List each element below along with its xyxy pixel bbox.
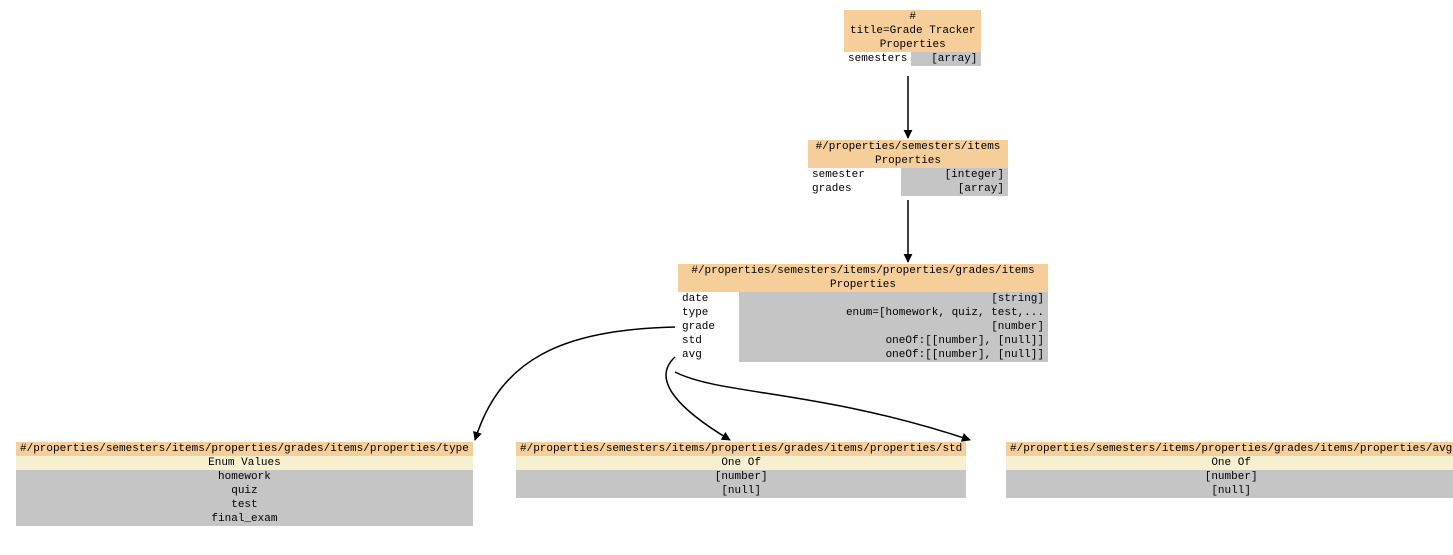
node-avg-oneof: #/properties/semesters/items/properties/… bbox=[1006, 442, 1453, 498]
node-section: Properties bbox=[808, 154, 1008, 168]
node-path: #/properties/semesters/items bbox=[808, 140, 1008, 154]
node-root-path: # bbox=[844, 10, 981, 24]
node-type-enum: #/properties/semesters/items/properties/… bbox=[16, 442, 473, 526]
oneof-value: [null] bbox=[516, 484, 966, 498]
oneof-value-row: [null] bbox=[1006, 484, 1453, 498]
prop-key: date bbox=[678, 292, 739, 306]
node-section: Enum Values bbox=[16, 456, 473, 470]
node-section: Properties bbox=[678, 278, 1048, 292]
enum-value: quiz bbox=[16, 484, 473, 498]
oneof-value-row: [number] bbox=[1006, 470, 1453, 484]
node-root-title: title=Grade Tracker bbox=[844, 24, 981, 38]
property-row: date[string] bbox=[678, 292, 1048, 306]
prop-type: [number] bbox=[739, 320, 1048, 334]
prop-key: std bbox=[678, 334, 739, 348]
enum-value: final_exam bbox=[16, 512, 473, 526]
prop-key: semesters bbox=[844, 52, 911, 66]
prop-key: grade bbox=[678, 320, 739, 334]
node-path: #/properties/semesters/items/properties/… bbox=[1006, 442, 1453, 456]
oneof-value: [number] bbox=[516, 470, 966, 484]
node-grades-items: #/properties/semesters/items/properties/… bbox=[678, 264, 1048, 362]
node-semesters-items: #/properties/semesters/items Properties … bbox=[808, 140, 1008, 196]
node-section: One Of bbox=[516, 456, 966, 470]
node-root: # title=Grade Tracker Properties semeste… bbox=[844, 10, 981, 66]
enum-value-row: homework bbox=[16, 470, 473, 484]
prop-type: oneOf:[[number], [null]] bbox=[739, 334, 1048, 348]
property-row: grade[number] bbox=[678, 320, 1048, 334]
enum-value-row: quiz bbox=[16, 484, 473, 498]
enum-value-row: final_exam bbox=[16, 512, 473, 526]
oneof-value: [number] bbox=[1006, 470, 1453, 484]
property-row: stdoneOf:[[number], [null]] bbox=[678, 334, 1048, 348]
node-path: #/properties/semesters/items/properties/… bbox=[678, 264, 1048, 278]
node-path: #/properties/semesters/items/properties/… bbox=[16, 442, 473, 456]
enum-value: homework bbox=[16, 470, 473, 484]
property-row: semester[integer] bbox=[808, 168, 1008, 182]
prop-type: [string] bbox=[739, 292, 1048, 306]
prop-key: semester bbox=[808, 168, 901, 182]
enum-value-row: test bbox=[16, 498, 473, 512]
node-path: #/properties/semesters/items/properties/… bbox=[516, 442, 966, 456]
prop-type: [integer] bbox=[901, 168, 1008, 182]
prop-key: avg bbox=[678, 348, 739, 362]
prop-type: enum=[homework, quiz, test,... bbox=[739, 306, 1048, 320]
oneof-value: [null] bbox=[1006, 484, 1453, 498]
prop-key: grades bbox=[808, 182, 901, 196]
node-section: One Of bbox=[1006, 456, 1453, 470]
enum-value: test bbox=[16, 498, 473, 512]
node-std-oneof: #/properties/semesters/items/properties/… bbox=[516, 442, 966, 498]
property-row: avgoneOf:[[number], [null]] bbox=[678, 348, 1048, 362]
prop-type: [array] bbox=[901, 182, 1008, 196]
node-root-section: Properties bbox=[844, 38, 981, 52]
prop-type: [array] bbox=[911, 52, 981, 66]
prop-type: oneOf:[[number], [null]] bbox=[739, 348, 1048, 362]
prop-key: type bbox=[678, 306, 739, 320]
property-row: semesters[array] bbox=[844, 52, 981, 66]
oneof-value-row: [null] bbox=[516, 484, 966, 498]
oneof-value-row: [number] bbox=[516, 470, 966, 484]
property-row: typeenum=[homework, quiz, test,... bbox=[678, 306, 1048, 320]
property-row: grades[array] bbox=[808, 182, 1008, 196]
